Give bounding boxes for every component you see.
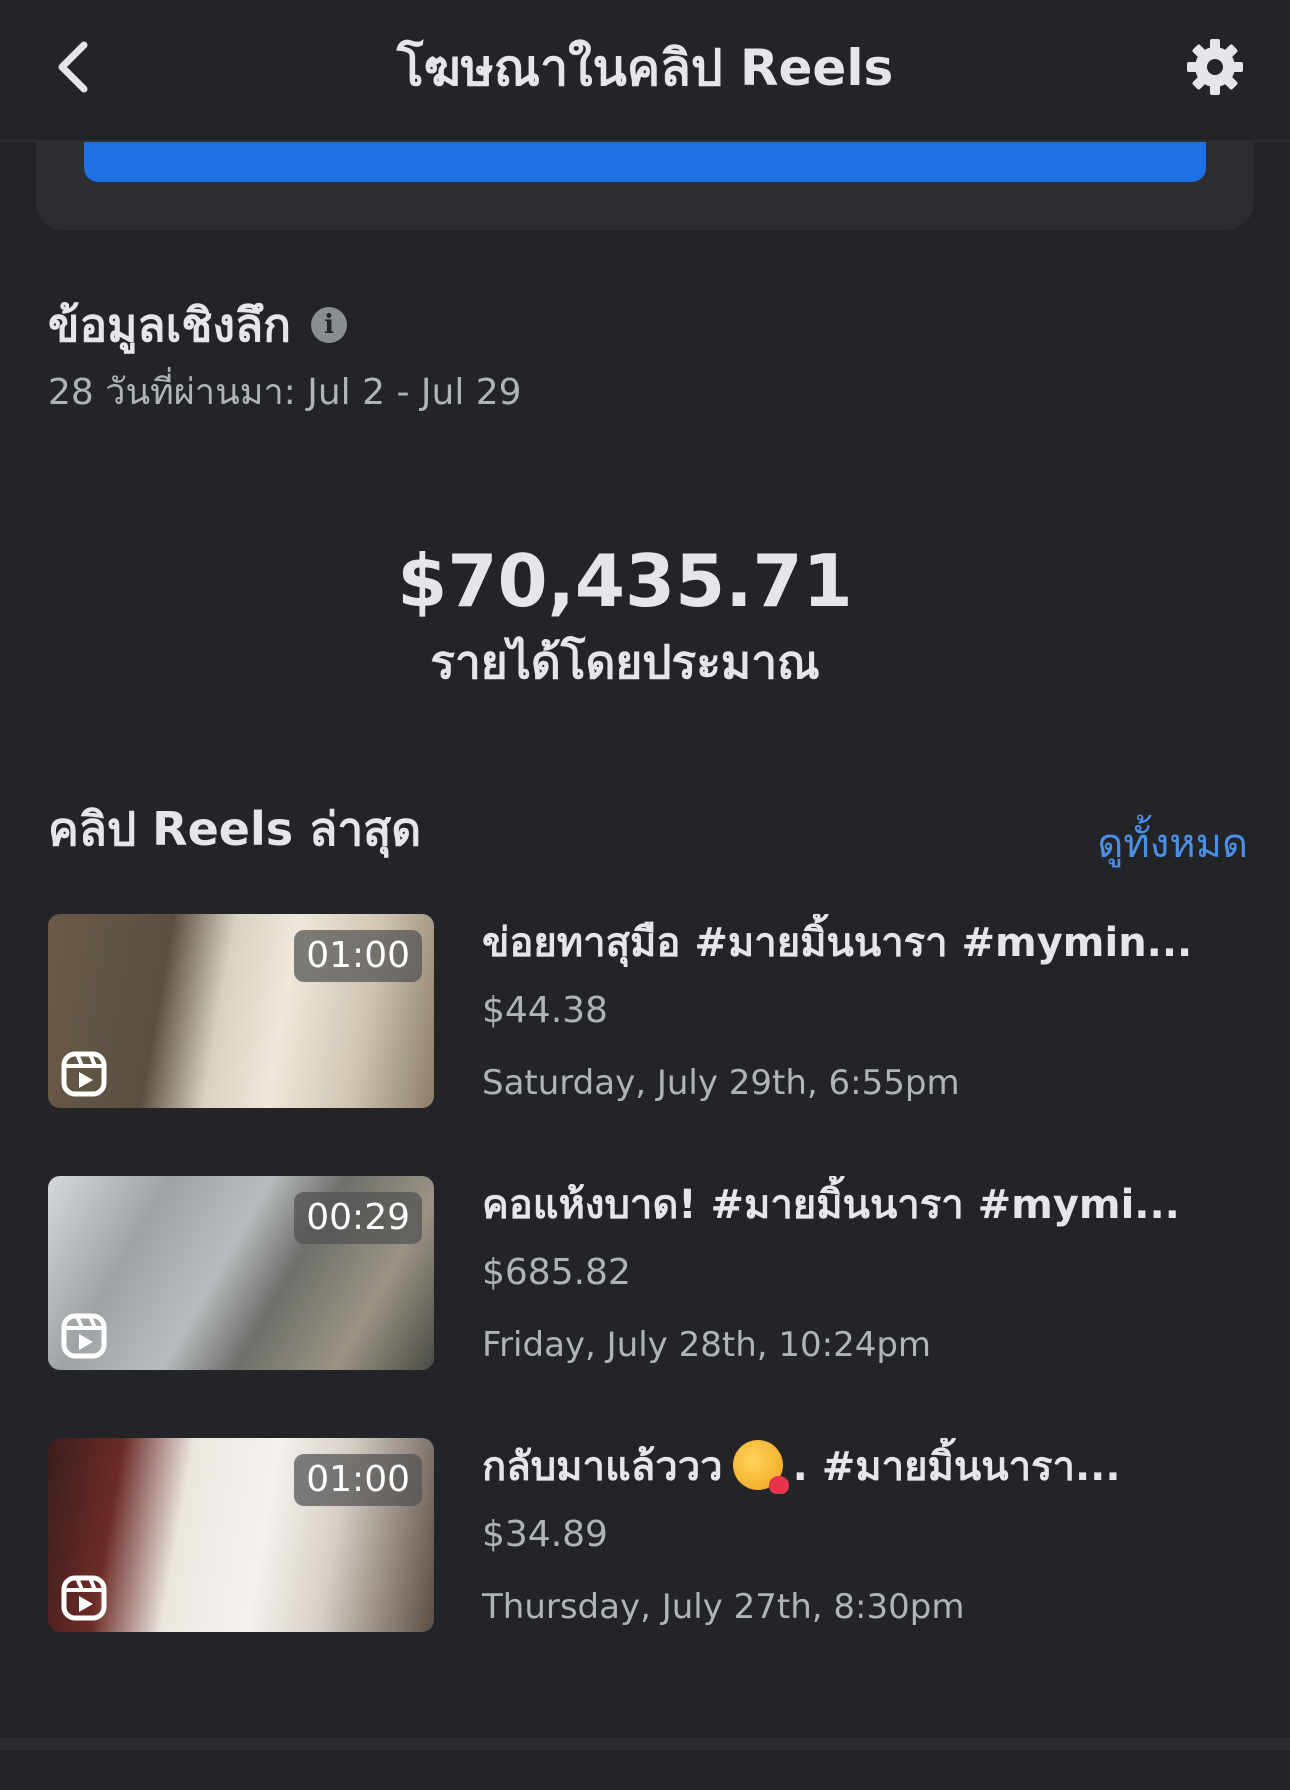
duration-badge: 01:00 [294,930,422,982]
primary-action-button[interactable] [84,140,1206,182]
reel-date: Saturday, July 29th, 6:55pm [482,1063,960,1103]
reel-list-item[interactable]: 00:29 คอแห้งบาด! #มายมิ้นนารา #mymi... $… [48,1176,1248,1372]
estimated-revenue-label: รายได้โดยประมาณ [430,635,820,689]
duration-badge: 00:29 [294,1192,422,1244]
page-title: โฆษณาในคลิป Reels [396,39,894,97]
top-bar: โฆษณาในคลิป Reels [0,0,1290,142]
reels-icon [61,1313,107,1359]
estimated-revenue-amount: $70,435.71 [397,539,853,623]
see-all-link[interactable]: ดูทั้งหมด [1097,816,1248,872]
reel-title: กลับมาแล้ววว . #มายมิ้นนารา... [482,1438,1242,1496]
settings-button[interactable] [1182,34,1248,100]
duration-badge: 01:00 [294,1454,422,1506]
date-range: 28 วันที่ผ่านมา: Jul 2 - Jul 29 [48,372,522,413]
reel-thumbnail[interactable]: 01:00 [48,1438,434,1632]
insights-title: ข้อมูลเชิงลึก [48,298,292,352]
reel-earnings: $44.38 [482,990,608,1031]
latest-reels-title: คลิป Reels ล่าสุด [48,802,422,856]
smiling-face-with-hearts-icon [732,1440,789,1494]
reel-earnings: $34.89 [482,1514,608,1555]
reel-title: ข่อยทาสุมือ #มายมิ้นนารา #mymin... [482,920,1193,966]
reels-icon [61,1575,107,1621]
reel-date: Friday, July 28th, 10:24pm [482,1325,932,1365]
reel-thumbnail[interactable]: 00:29 [48,1176,434,1370]
gear-icon [1187,39,1243,95]
reel-title: คอแห้งบาด! #มายมิ้นนารา #mymi... [482,1182,1180,1228]
info-icon[interactable]: i [311,307,348,343]
reel-title-text: กลับมาแล้ววว [482,1444,723,1490]
reel-list-item[interactable]: 01:00 ข่อยทาสุมือ #มายมิ้นนารา #mymin...… [48,914,1248,1110]
reel-date: Thursday, July 27th, 8:30pm [482,1587,965,1627]
reel-thumbnail[interactable]: 01:00 [48,914,434,1108]
reel-earnings: $685.82 [482,1252,631,1293]
insights-heading: ข้อมูลเชิงลึก i [48,296,348,354]
reel-title-hashtags: . #มายมิ้นนารา... [792,1444,1121,1490]
reel-list-item[interactable]: 01:00 กลับมาแล้ววว . #มายมิ้นนารา... $34.… [48,1438,1248,1634]
reels-icon [61,1051,107,1097]
section-divider [0,1738,1290,1750]
